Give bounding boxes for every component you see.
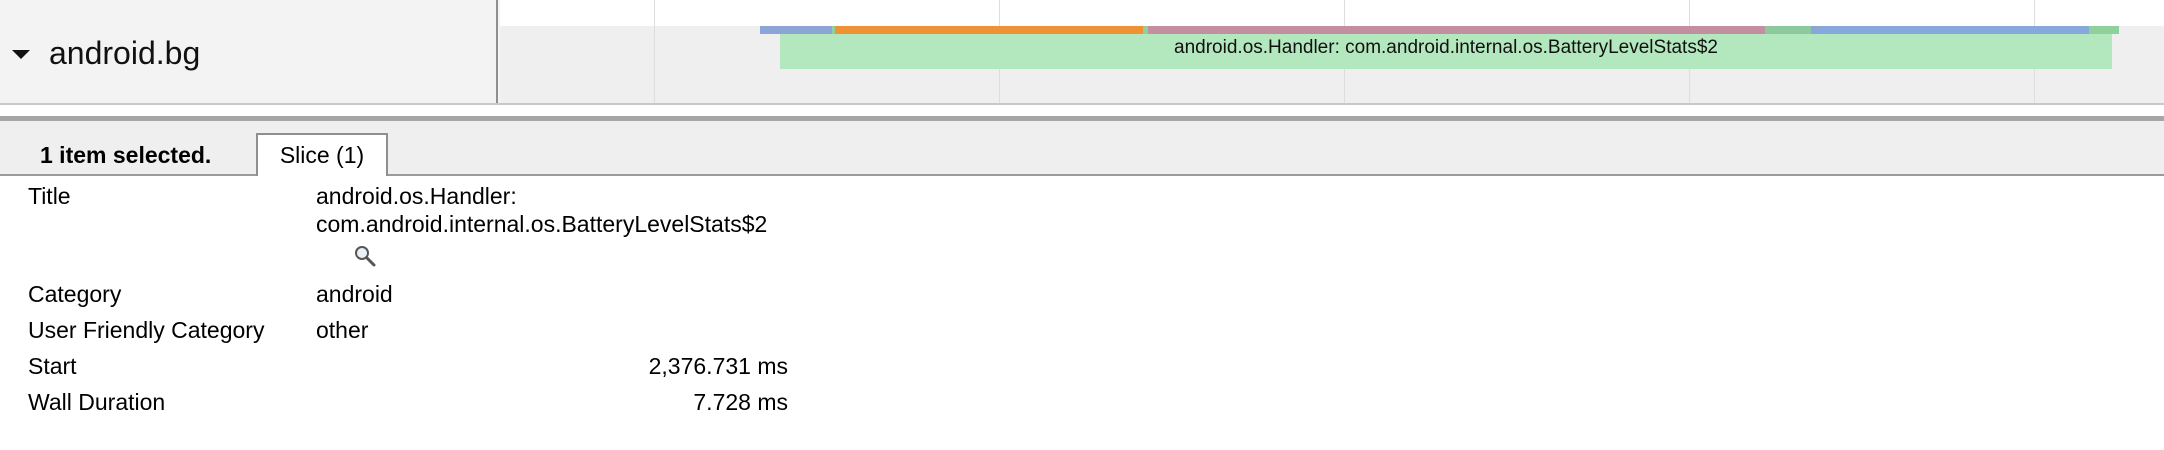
- property-label-title: Title: [28, 183, 71, 209]
- magnifier-icon[interactable]: [353, 244, 377, 268]
- property-value-start: 2,376.731 ms: [648, 353, 788, 379]
- selected-slice[interactable]: android.os.Handler: com.android.internal…: [780, 34, 2112, 69]
- expand-collapse-icon[interactable]: [12, 50, 30, 59]
- sub-slice[interactable]: [2089, 26, 2119, 34]
- property-value-wall-duration: 7.728 ms: [693, 389, 788, 415]
- property-label-user-category: User Friendly Category: [28, 317, 265, 343]
- property-label-start: Start: [28, 353, 77, 379]
- track-label-panel[interactable]: android.bg: [0, 0, 498, 105]
- track-row: android.bg android.os.Handler: com.andro…: [0, 0, 2164, 105]
- selection-summary: 1 item selected.: [40, 142, 212, 168]
- property-value-title: android.os.Handler:: [316, 183, 517, 209]
- property-value-user-category: other: [316, 317, 369, 343]
- sub-slice[interactable]: [835, 26, 1143, 34]
- property-value-title-cont: com.android.internal.os.BatteryLevelStat…: [316, 211, 768, 237]
- track-name: android.bg: [49, 35, 201, 71]
- track-canvas[interactable]: android.os.Handler: com.android.internal…: [500, 0, 2164, 105]
- property-label-category: Category: [28, 281, 122, 307]
- canvas-header-strip: [500, 0, 2164, 26]
- track-divider: [0, 103, 2164, 105]
- property-label-wall-duration: Wall Duration: [28, 389, 166, 415]
- sub-slice[interactable]: [1765, 26, 1811, 34]
- property-value-category: android: [316, 281, 393, 307]
- sub-slice[interactable]: [760, 26, 832, 34]
- sub-slice[interactable]: [1148, 26, 1765, 34]
- gridline: [654, 0, 655, 105]
- tab-slice[interactable]: Slice (1): [256, 133, 388, 176]
- details-tabbar: 1 item selected. Slice (1): [0, 121, 2164, 176]
- sub-slice[interactable]: [1817, 26, 2089, 34]
